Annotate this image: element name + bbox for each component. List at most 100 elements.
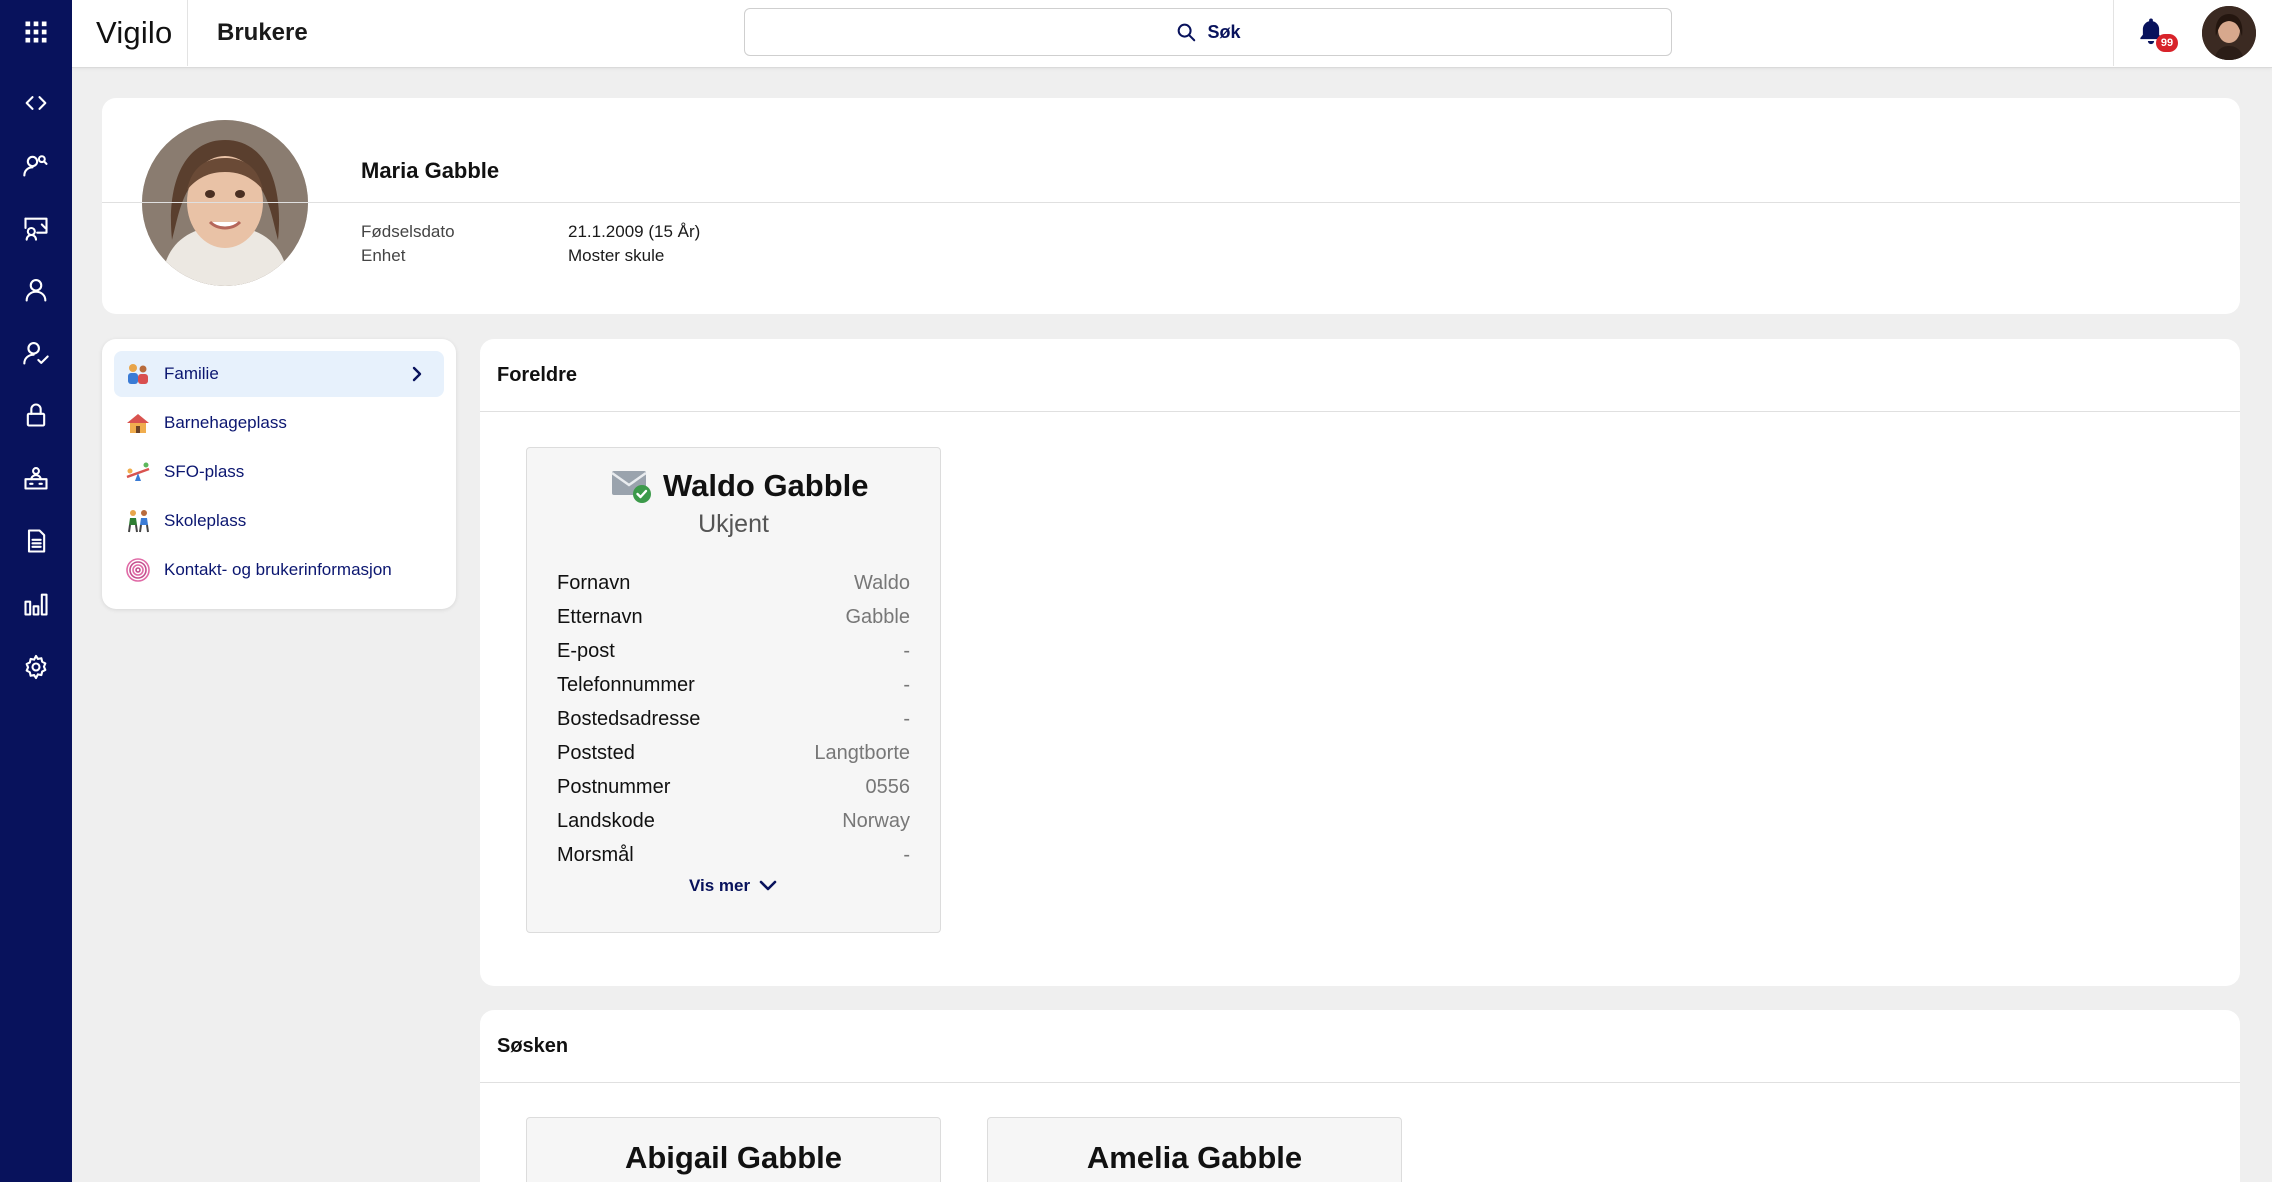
header-divider <box>2113 0 2114 66</box>
gear-icon <box>25 654 47 680</box>
siblings-section: Søsken Abigail Gabble Amelia Gabble <box>480 1010 2240 1182</box>
sibling-card: Abigail Gabble <box>526 1117 941 1182</box>
nav-settings[interactable] <box>0 643 72 691</box>
lock-icon <box>26 403 46 427</box>
field-row: Bostedsadresse - <box>557 702 910 736</box>
search-icon <box>1178 23 1196 42</box>
field-value: - <box>903 673 910 696</box>
parent-card: Waldo Gabble Ukjent Fornavn Waldo Ettern… <box>526 447 941 933</box>
grid-icon <box>25 21 47 43</box>
nav-reports[interactable] <box>0 580 72 628</box>
field-row: E-post - <box>557 634 910 668</box>
nav-user-check[interactable] <box>0 329 72 377</box>
sibling-name: Amelia Gabble <box>1086 1140 1303 1175</box>
section-title: Søsken <box>497 1035 569 1057</box>
field-row: Landskode Norway <box>557 804 910 838</box>
field-value: 0556 <box>865 775 911 798</box>
field-label: Bostedsadresse <box>557 707 701 730</box>
seesaw-icon <box>124 458 152 486</box>
menu-label: Familie <box>164 364 219 383</box>
fingerprint-icon <box>124 556 152 584</box>
menu-item-familie[interactable]: Familie <box>114 351 444 397</box>
field-value: Gabble <box>845 605 911 628</box>
show-more-button[interactable]: Vis mer <box>527 876 940 896</box>
field-row: Fornavn Waldo <box>557 566 910 600</box>
building-user-icon <box>24 467 48 490</box>
field-label: Poststed <box>557 741 635 764</box>
field-row: Telefonnummer - <box>557 668 910 702</box>
unit-label: Enhet <box>361 246 406 265</box>
screen-user-icon <box>24 217 48 241</box>
user-check-icon <box>23 342 49 365</box>
field-label: Landskode <box>557 809 655 832</box>
birthdate-label: Fødselsdato <box>361 222 455 241</box>
code-icon <box>25 96 47 110</box>
menu-label: Barnehageplass <box>164 413 287 432</box>
field-value: Langtborte <box>814 741 910 764</box>
users-search-icon <box>23 155 48 177</box>
menu-label: SFO-plass <box>164 462 245 481</box>
chevron-right-icon <box>408 364 426 384</box>
document-icon <box>27 529 46 553</box>
page-title: Brukere <box>217 19 308 46</box>
sibling-card: Amelia Gabble <box>987 1117 1402 1182</box>
nav-lock[interactable] <box>0 391 72 439</box>
school-children-icon <box>124 507 152 535</box>
notification-badge: 99 <box>2156 34 2178 52</box>
profile-photo <box>142 120 308 286</box>
nav-users-search[interactable] <box>0 141 72 189</box>
section-divider <box>480 411 2240 412</box>
field-row: Morsmål - <box>557 838 910 872</box>
chevron-down-icon <box>759 880 777 891</box>
field-value: Norway <box>842 809 910 832</box>
field-value: - <box>903 707 910 730</box>
field-row: Postnummer 0556 <box>557 770 910 804</box>
sidebar <box>0 0 72 1182</box>
envelope-check-icon <box>611 468 653 504</box>
notifications-button[interactable]: 99 <box>2132 12 2178 56</box>
field-label: Morsmål <box>557 843 634 866</box>
profile-card: Maria Gabble Fødselsdato 21.1.2009 (15 Å… <box>102 98 2240 314</box>
field-label: Fornavn <box>557 571 631 594</box>
nav-user[interactable] <box>0 266 72 314</box>
field-row: Etternavn Gabble <box>557 600 910 634</box>
user-icon <box>25 279 47 302</box>
brand-logo[interactable]: Vigilo <box>96 0 172 66</box>
profile-name: Maria Gabble <box>361 158 500 183</box>
search-input[interactable]: Søk <box>744 8 1672 56</box>
parents-section: Foreldre Waldo Gabble Ukjent Fornavn Wal… <box>480 339 2240 986</box>
top-bar: Vigilo Brukere Søk 99 <box>72 0 2272 68</box>
menu-item-sfo-plass[interactable]: SFO-plass <box>114 449 444 495</box>
nav-school[interactable] <box>0 454 72 502</box>
brand-divider <box>187 0 188 66</box>
parent-status: Ukjent <box>698 510 769 538</box>
section-title: Foreldre <box>497 364 578 386</box>
parent-name: Waldo Gabble <box>663 468 869 503</box>
show-more-label: Vis mer <box>688 876 751 895</box>
nav-screen-user[interactable] <box>0 204 72 252</box>
menu-item-barnehageplass[interactable]: Barnehageplass <box>114 400 444 446</box>
kindergarten-icon <box>124 409 152 437</box>
bar-chart-icon <box>24 593 48 616</box>
sibling-name: Abigail Gabble <box>624 1140 843 1175</box>
app-launcher-button[interactable] <box>0 8 72 56</box>
nav-documents[interactable] <box>0 517 72 565</box>
field-value: - <box>903 843 910 866</box>
field-value: Waldo <box>854 571 910 594</box>
birthdate-value: 21.1.2009 (15 År) <box>568 222 701 241</box>
user-avatar[interactable] <box>2202 6 2256 60</box>
nav-developer[interactable] <box>0 79 72 127</box>
field-label: Postnummer <box>557 775 671 798</box>
menu-item-skoleplass[interactable]: Skoleplass <box>114 498 444 544</box>
unit-value: Moster skule <box>568 246 665 265</box>
family-icon <box>124 360 152 388</box>
profile-divider <box>102 202 2240 203</box>
profile-menu: Familie Barnehageplass SFO-plass Skolepl… <box>102 339 456 609</box>
search-label: Søk <box>1207 21 1241 42</box>
section-divider <box>480 1082 2240 1083</box>
field-row: Poststed Langtborte <box>557 736 910 770</box>
menu-label: Kontakt- og brukerinformasjon <box>164 560 392 579</box>
field-label: E-post <box>557 639 615 662</box>
field-value: - <box>903 639 910 662</box>
menu-item-kontaktinformasjon[interactable]: Kontakt- og brukerinformasjon <box>114 547 444 593</box>
